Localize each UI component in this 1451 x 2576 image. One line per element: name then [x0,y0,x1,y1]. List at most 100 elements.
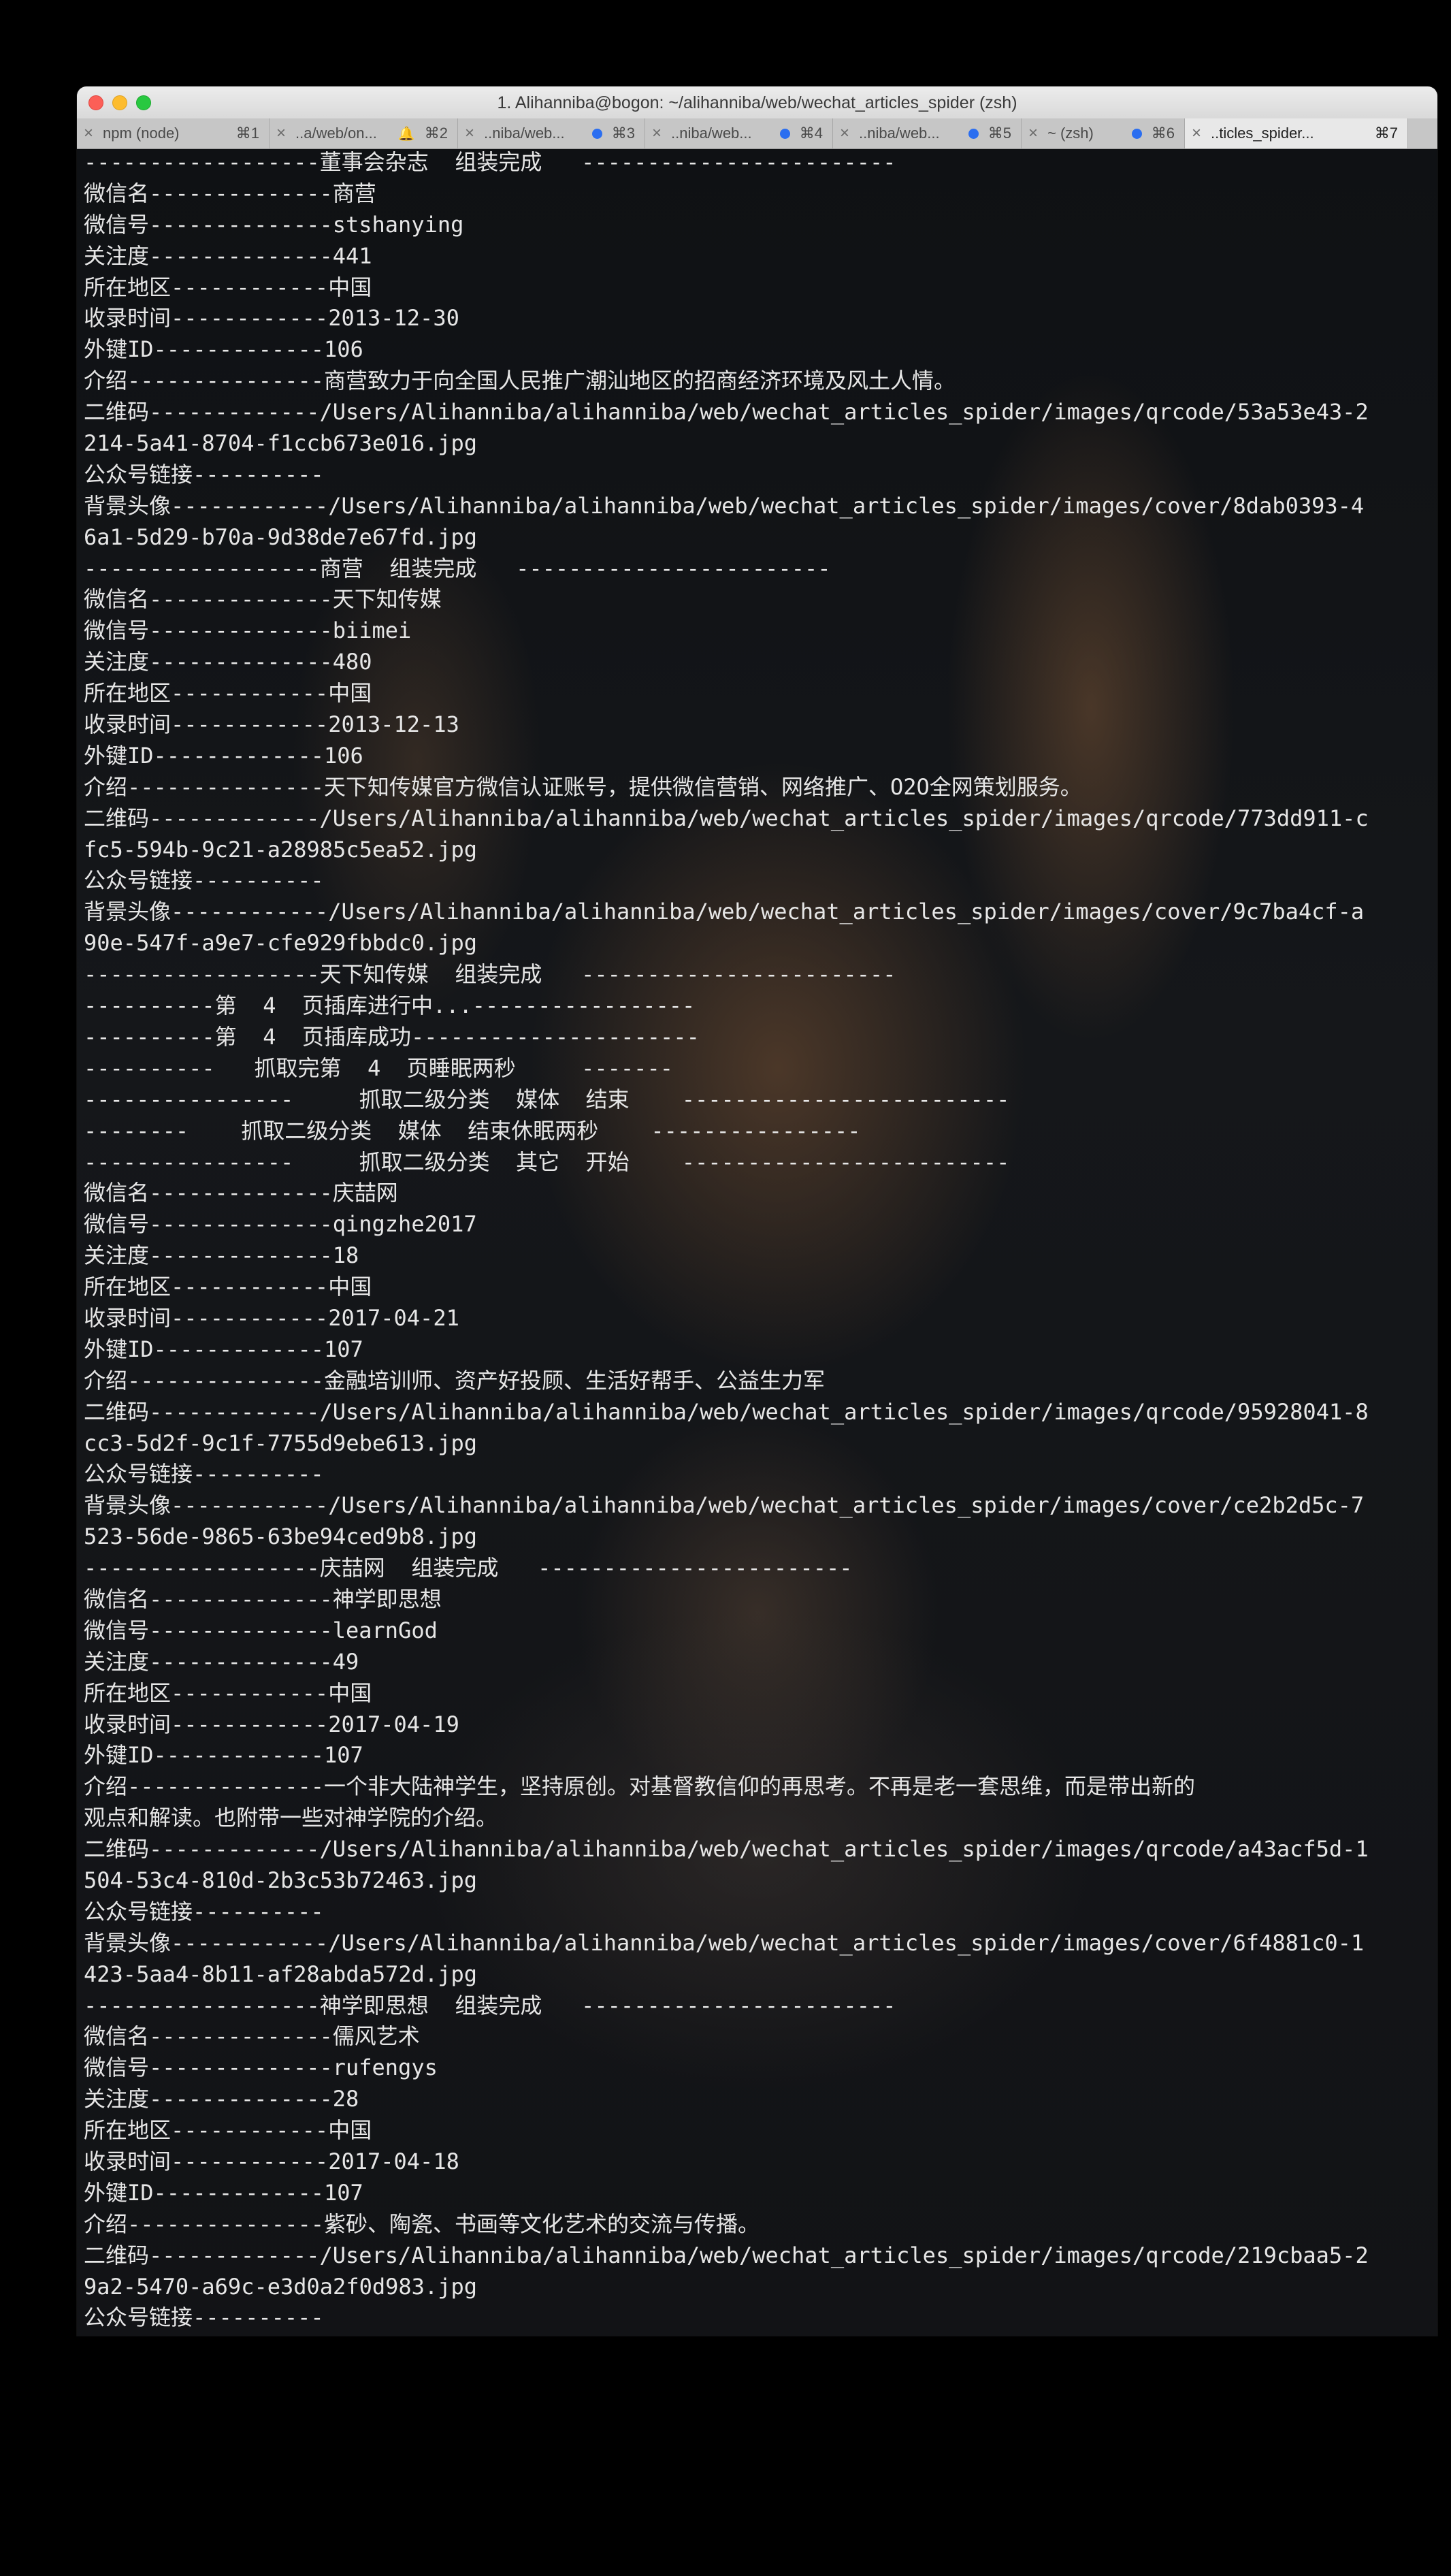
tab-5[interactable]: × ..niba/web... ⌘5 [833,118,1022,148]
terminal-line: 所在地区------------中国 [84,274,372,300]
screen: 1. Alihanniba@bogon: ~/alihanniba/web/we… [0,0,1451,2576]
terminal-line: 外键ID-------------107 [84,1742,363,1769]
terminal-line: 微信号--------------biimei [84,617,412,644]
terminal-line: fc5-594b-9c21-a28985c5ea52.jpg [84,836,477,863]
terminal-line: 收录时间------------2013-12-30 [84,305,459,332]
terminal-line: 二维码-------------/Users/Alihanniba/alihan… [84,1398,1369,1425]
terminal-line: 公众号链接---------- [84,461,324,487]
tab-shortcut: ⌘2 [424,125,448,142]
tab-label: ..niba/web... [671,125,752,142]
tab-3[interactable]: × ..niba/web... ⌘3 [458,118,645,148]
tab-shortcut: ⌘1 [235,125,259,142]
terminal-line: 介绍---------------一个非大陆神学生，坚持原创。对基督教信仰的再思… [84,1773,1195,1800]
tab-2[interactable]: × ..a/web/on... 🔔 ⌘2 [270,118,458,148]
terminal-line: ------------------天下知传媒 组装完成 -----------… [84,961,896,988]
terminal-line: 公众号链接---------- [84,1898,324,1925]
activity-dot-icon [591,128,602,139]
terminal-line: 6a1-5d29-b70a-9d38de7e67fd.jpg [84,524,477,550]
tab-close-icon[interactable]: × [645,124,668,143]
terminal-line: 微信号--------------learnGod [84,1617,438,1643]
terminal-line: 背景头像------------/Users/Alihanniba/alihan… [84,492,1365,519]
terminal-line: 关注度--------------441 [84,242,372,269]
terminal-line: 公众号链接---------- [84,2304,324,2331]
terminal-line: 二维码-------------/Users/Alihanniba/alihan… [84,1836,1369,1863]
tab-1[interactable]: × npm (node) ⌘1 [77,118,270,148]
terminal-line: 214-5a41-8704-f1ccb673e016.jpg [84,430,477,457]
terminal-line: 收录时间------------2017-04-18 [84,2148,459,2174]
terminal-line: 关注度--------------18 [84,1242,359,1269]
terminal-line: ------------------董事会杂志 组装完成 -----------… [84,149,896,175]
tab-label: ..niba/web... [859,125,940,142]
terminal-line: ---------------- 抓取二级分类 其它 开始 ----------… [84,1148,1010,1175]
tab-close-icon[interactable]: × [1022,124,1045,143]
terminal-line: 收录时间------------2017-04-21 [84,1304,459,1331]
terminal-line: 外键ID-------------106 [84,742,363,769]
tab-label: npm (node) [103,125,180,142]
terminal-content[interactable]: ------------------董事会杂志 组装完成 -----------… [77,149,1437,2345]
desktop-background [0,0,1451,86]
terminal-line: 所在地区------------中国 [84,1274,372,1300]
terminal-line: 公众号链接---------- [84,1461,324,1487]
terminal-line: 外键ID-------------106 [84,336,363,363]
tab-shortcut: ⌘7 [1374,125,1398,142]
terminal-line: 背景头像------------/Users/Alihanniba/alihan… [84,899,1365,925]
terminal-line: ------------------商营 组装完成 --------------… [84,555,831,581]
window-title: 1. Alihanniba@bogon: ~/alihanniba/web/we… [497,93,1017,112]
terminal-line: ------------------神学即思想 组装完成 -----------… [84,1992,896,2018]
terminal-line: 二维码-------------/Users/Alihanniba/alihan… [84,805,1369,831]
terminal-line: 关注度--------------49 [84,1648,359,1675]
terminal-line: 关注度--------------28 [84,2086,359,2112]
activity-dot-icon [779,128,790,139]
title-bar[interactable]: 1. Alihanniba@bogon: ~/alihanniba/web/we… [77,86,1437,119]
tab-close-icon[interactable]: × [1185,124,1208,143]
tab-close-icon[interactable]: × [270,124,293,143]
terminal-line: 介绍---------------天下知传媒官方微信认证账号，提供微信营销、网络… [84,773,1082,800]
terminal-line: 背景头像------------/Users/Alihanniba/alihan… [84,1492,1365,1519]
terminal-line: ------------------庆喆网 组装完成 -------------… [84,1555,853,1581]
terminal-line: 90e-547f-a9e7-cfe929fbbdc0.jpg [84,930,477,956]
terminal-line: -------- 抓取二级分类 媒体 结束休眠两秒 --------------… [84,1117,861,1144]
tab-bar: × npm (node) ⌘1 × ..a/web/on... 🔔 ⌘2 × ..niba/we… [77,118,1437,149]
tab-6[interactable]: × ~ (zsh) ⌘6 [1022,118,1185,148]
terminal-line: 523-56de-9865-63be94ced9b8.jpg [84,1524,477,1550]
tab-shortcut: ⌘6 [1151,125,1175,142]
terminal-line: ---------------- 抓取二级分类 媒体 结束 ----------… [84,1086,1010,1112]
tab-close-icon[interactable]: × [833,124,856,143]
terminal-line: 所在地区------------中国 [84,2117,372,2144]
activity-dot-icon [968,128,979,139]
terminal-line: 423-5aa4-8b11-af28abda572d.jpg [84,1961,477,1987]
tab-label: ..ticles_spider... [1211,125,1314,142]
terminal-line: 外键ID-------------107 [84,2179,363,2206]
tab-shortcut: ⌘5 [988,125,1011,142]
terminal-line: 介绍---------------紫砂、陶瓷、书画等文化艺术的交流与传播。 [84,2210,760,2237]
terminal-line: 收录时间------------2013-12-13 [84,711,459,738]
terminal-line: 二维码-------------/Users/Alihanniba/alihan… [84,399,1369,425]
terminal-line: 背景头像------------/Users/Alihanniba/alihan… [84,1929,1365,1956]
tab-label: ..niba/web... [484,125,565,142]
tab-7[interactable]: × ..ticles_spider... ⌘7 [1185,118,1408,148]
terminal-line: 微信名--------------庆喆网 [84,1180,398,1206]
desktop-background-bottom [0,2336,1451,2576]
terminal-line: 公众号链接---------- [84,867,324,894]
terminal-line: 微信名--------------儒风艺术 [84,2023,420,2050]
terminal-line: 关注度--------------480 [84,649,372,675]
tab-shortcut: ⌘3 [611,125,635,142]
terminal-line: 外键ID-------------107 [84,1336,363,1362]
terminal-line: 所在地区------------中国 [84,680,372,707]
bell-icon: 🔔 [397,126,415,142]
terminal-line: 微信名--------------商营 [84,180,376,206]
tab-4[interactable]: × ..niba/web... ⌘4 [645,118,833,148]
terminal-line: 微信号--------------rufengys [84,2055,438,2081]
terminal-window: 1. Alihanniba@bogon: ~/alihanniba/web/we… [77,86,1437,2345]
terminal-line: cc3-5d2f-9c1f-7755d9ebe613.jpg [84,1430,477,1456]
terminal-line: 504-53c4-810d-2b3c53b72463.jpg [84,1867,477,1893]
terminal-line: 介绍---------------金融培训师、资产好投顾、生活好帮手、公益生力军 [84,1367,825,1394]
tab-label: ~ (zsh) [1047,125,1094,142]
terminal-line: 观点和解读。也附带一些对神学院的介绍。 [84,1805,498,1831]
activity-dot-icon [1131,128,1142,139]
terminal-line: ----------第 4 页插库成功---------------------… [84,1023,700,1050]
terminal-line: ---------- 抓取完第 4 页睡眠两秒 ------- [84,1054,673,1081]
tab-close-icon[interactable]: × [458,124,481,143]
terminal-line: 收录时间------------2017-04-19 [84,1711,459,1737]
tab-close-icon[interactable]: × [77,124,100,143]
